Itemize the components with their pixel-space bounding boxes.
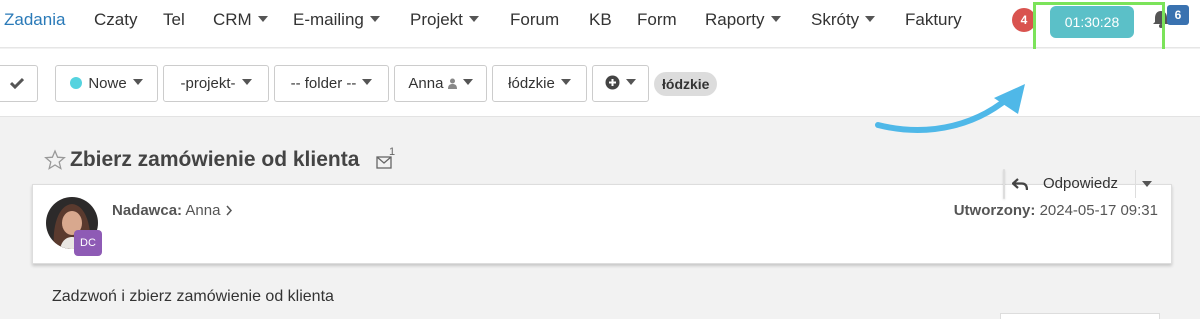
chevron-down-icon	[257, 16, 268, 22]
chevron-down-icon	[770, 16, 781, 22]
status-dot-icon	[70, 77, 83, 89]
reply-label: Odpowiedz	[1043, 175, 1119, 192]
task-body-text: Zadzwoń i zbierz zamówienie od klienta	[52, 288, 334, 305]
status-label: Nowe	[88, 75, 127, 92]
chevron-down-icon	[132, 79, 143, 85]
project-label: -projekt-	[180, 75, 236, 92]
region-tag[interactable]: łódzkie	[654, 72, 718, 96]
nav-item-faktury[interactable]: Faktury	[905, 10, 962, 30]
folder-label: -- folder --	[290, 75, 357, 92]
user-icon	[447, 78, 457, 89]
chevron-right-icon[interactable]	[225, 205, 233, 216]
next-message-card	[1000, 313, 1160, 319]
plus-circle-icon	[605, 75, 620, 90]
sender-info: Nadawca: Anna	[112, 202, 233, 219]
reply-options-dropdown[interactable]	[1135, 170, 1159, 198]
created-info: Utworzony: 2024-05-17 09:31	[954, 202, 1158, 219]
region-label: łódzkie	[508, 75, 555, 92]
nav-item-kb[interactable]: KB	[589, 10, 612, 30]
notification-count-badge: 6	[1167, 5, 1189, 25]
nav-item-projekt-label: Projekt	[410, 10, 463, 29]
nav-item-czaty[interactable]: Czaty	[94, 10, 137, 30]
chevron-down-icon	[865, 16, 876, 22]
folder-dropdown[interactable]: -- folder --	[274, 65, 389, 102]
chevron-down-icon	[462, 79, 473, 85]
project-dropdown[interactable]: -projekt-	[163, 65, 269, 102]
nav-item-raporty-label: Raporty	[705, 10, 765, 29]
nav-item-crm-label: CRM	[213, 10, 252, 29]
message-card	[32, 184, 1172, 264]
chevron-down-icon	[560, 79, 571, 85]
user-label: Anna	[408, 75, 444, 92]
chevron-down-icon	[626, 79, 636, 85]
task-title: Zbierz zamówienie od klienta	[70, 148, 360, 171]
pointer-arrow-icon	[875, 84, 1025, 133]
sender-name[interactable]: Anna	[185, 202, 220, 219]
nav-item-tel[interactable]: Tel	[163, 10, 185, 30]
reply-button-group: Odpowiedz	[1003, 169, 1152, 199]
sender-label: Nadawca:	[112, 202, 183, 219]
chevron-down-icon	[1142, 181, 1152, 187]
nav-item-raporty[interactable]: Raporty	[705, 10, 781, 30]
chevron-down-icon	[241, 79, 252, 85]
region-dropdown[interactable]: łódzkie	[492, 65, 587, 102]
reply-button[interactable]: Odpowiedz	[1004, 170, 1134, 198]
created-value: 2024-05-17 09:31	[1039, 202, 1158, 219]
check-icon	[9, 77, 25, 90]
nav-item-zadania[interactable]: Zadania	[4, 10, 65, 30]
nav-item-form[interactable]: Form	[637, 10, 677, 30]
star-icon[interactable]	[44, 149, 66, 171]
nav-item-e-mailing[interactable]: E-mailing	[293, 10, 380, 30]
chevron-down-icon	[468, 16, 479, 22]
nav-item-skroty-label: Skróty	[811, 10, 860, 29]
avatar-initials-badge: DC	[74, 230, 102, 256]
nav-item-forum[interactable]: Forum	[510, 10, 559, 30]
chevron-down-icon	[369, 16, 380, 22]
top-navigation: Zadania Czaty Tel CRM E-mailing Projekt …	[0, 0, 1200, 48]
chevron-down-icon	[362, 79, 373, 85]
nav-item-crm[interactable]: CRM	[213, 10, 268, 30]
message-count: 1	[389, 146, 396, 158]
status-dropdown[interactable]: Nowe	[55, 65, 158, 102]
reply-icon	[1012, 178, 1028, 191]
check-button[interactable]	[0, 65, 38, 102]
add-dropdown[interactable]	[592, 65, 649, 102]
nav-item-projekt[interactable]: Projekt	[410, 10, 479, 30]
nav-item-e-mailing-label: E-mailing	[293, 10, 364, 29]
user-dropdown[interactable]: Anna	[394, 65, 487, 102]
created-label: Utworzony:	[953, 202, 1036, 219]
nav-item-skroty[interactable]: Skróty	[811, 10, 876, 30]
